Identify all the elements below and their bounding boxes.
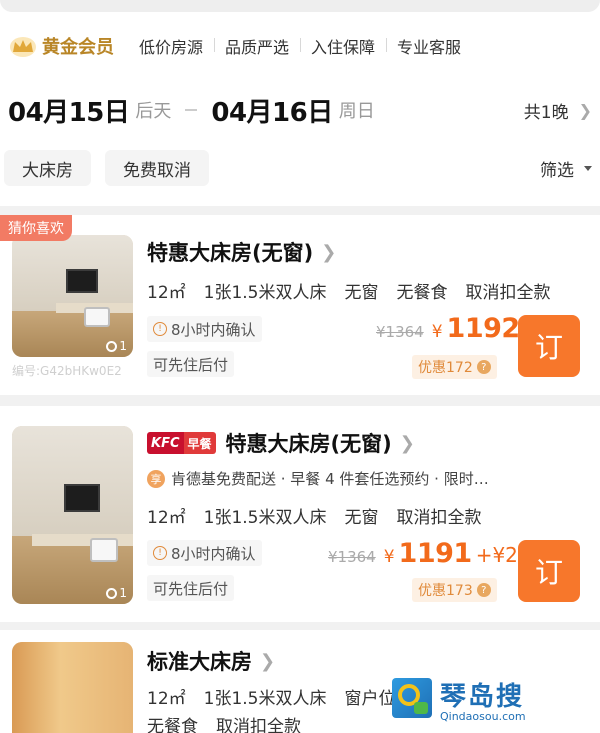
clock-icon: ! <box>153 322 167 336</box>
member-title: 黄金会员 <box>42 37 114 58</box>
original-price: ¥1364 <box>328 548 376 566</box>
photo-watermark: 编号:G42bHKw0E2 <box>12 364 122 378</box>
room-card[interactable]: 1 猜你喜欢 编号:G42bHKw0E2 特惠大床房(无窗) ❯ 12㎡ 1张1… <box>0 215 600 395</box>
checkout-weekday: 周日 <box>338 101 375 122</box>
confirm-badge: ! 8小时内确认 <box>147 540 262 566</box>
discount-badge[interactable]: 优惠173 ? <box>412 578 497 602</box>
clock-icon: ! <box>153 546 167 560</box>
pay-later-badge: 可先住后付 <box>147 575 235 601</box>
price-row: ¥1364 ¥ 1192 <box>376 313 520 344</box>
room-name[interactable]: KFC 早餐 特惠大床房(无窗) ❯ <box>147 428 415 458</box>
logo-icon <box>392 678 432 718</box>
logo-url: Qindaosou.com <box>440 710 526 723</box>
facility-bed: 1张1.5米双人床 <box>203 508 327 528</box>
facility-area: 12㎡ <box>147 508 186 528</box>
chevron-right-icon: ❯ <box>260 650 276 672</box>
tv-shape <box>66 269 98 293</box>
benefit-service: 专业客服 <box>386 34 472 58</box>
room-name[interactable]: 特惠大床房(无窗) ❯ <box>147 237 336 267</box>
benefit-low-price: 低价房源 <box>139 38 204 57</box>
room-photo[interactable]: 1 <box>12 426 133 604</box>
facility-window: 窗户位 <box>344 689 396 709</box>
facility-window: 无窗 <box>344 508 379 528</box>
benefit-quality: 品质严选 <box>214 34 300 58</box>
current-price: 1191 <box>398 538 473 569</box>
room-facilities: 12㎡ 1张1.5米双人床 窗户位 <box>147 684 396 709</box>
room-card[interactable]: 1 KFC 早餐 特惠大床房(无窗) ❯ 享 肯德基免费配送 · 早餐 4 件套… <box>0 406 600 622</box>
search-header: 黄金会员 低价房源 品质严选 入住保障 专业客服 04月15日 后天 04月16… <box>0 0 600 206</box>
camera-icon <box>106 587 118 599</box>
current-price: 1192 <box>446 313 521 344</box>
facility-meal: 无餐食 <box>147 717 198 733</box>
room-photo[interactable]: 1 <box>12 235 133 357</box>
book-button[interactable]: 订 <box>518 315 580 377</box>
facility-bed: 1张1.5米双人床 <box>203 689 327 709</box>
facility-window: 无窗 <box>344 283 379 303</box>
currency-symbol: ¥ <box>431 322 443 342</box>
site-logo: 琴岛搜 Qindaosou.com <box>392 674 540 728</box>
kfc-breakfast-badge: KFC 早餐 <box>147 432 216 454</box>
book-button[interactable]: 订 <box>518 540 580 602</box>
promo-icon: 享 <box>147 469 165 488</box>
tv-shape <box>64 484 100 512</box>
room-facilities-line2: 无餐食 取消扣全款 <box>147 712 301 733</box>
filter-button[interactable]: 筛选 <box>540 156 592 181</box>
photo-count: 1 <box>106 339 127 353</box>
facility-cancel: 取消扣全款 <box>396 508 482 528</box>
currency-symbol: ¥ <box>383 547 395 567</box>
date-separator <box>185 109 198 111</box>
filter-chip-free-cancel[interactable]: 免费取消 <box>105 150 209 186</box>
member-bar[interactable]: 黄金会员 低价房源 品质严选 入住保障 专业客服 <box>8 28 472 64</box>
discount-badge[interactable]: 优惠172 ? <box>412 355 497 379</box>
price-row: ¥1364 ¥ 1191 +¥26 <box>328 538 531 569</box>
benefit-guarantee: 入住保障 <box>300 34 386 58</box>
camera-icon <box>106 340 118 352</box>
checkout-date[interactable]: 04月16日 <box>211 92 333 129</box>
chevron-right-icon: ❯ <box>321 241 337 263</box>
facility-meal: 无餐食 <box>396 283 448 303</box>
pay-later-badge: 可先住后付 <box>147 351 235 377</box>
top-cap <box>0 0 600 12</box>
room-name[interactable]: 标准大床房 ❯ <box>147 646 275 676</box>
room-photo[interactable] <box>12 642 133 733</box>
original-price: ¥1364 <box>376 323 424 341</box>
nights-label: 共1晚 <box>523 102 569 123</box>
chevron-right-icon: ❯ <box>578 100 592 120</box>
filter-label: 筛选 <box>540 160 574 181</box>
logo-name: 琴岛搜 <box>440 682 525 712</box>
question-icon: ? <box>476 583 491 597</box>
nights-count[interactable]: 共1晚 ❯ <box>524 98 592 123</box>
facility-area: 12㎡ <box>147 283 186 303</box>
guess-you-like-tag: 猜你喜欢 <box>0 215 72 241</box>
confirm-badge: ! 8小时内确认 <box>147 316 262 342</box>
checkin-weekday: 后天 <box>135 101 172 122</box>
date-selector[interactable]: 04月15日 后天 04月16日 周日 共1晚 ❯ <box>8 90 592 130</box>
facility-cancel: 取消扣全款 <box>465 283 551 303</box>
crown-icon <box>8 33 38 59</box>
caret-down-icon <box>584 165 592 171</box>
filter-chip-big-bed[interactable]: 大床房 <box>4 150 91 186</box>
filter-bar: 大床房 免费取消 筛选 <box>4 150 592 186</box>
checkin-date[interactable]: 04月15日 <box>8 92 130 129</box>
facility-bed: 1张1.5米双人床 <box>203 283 327 303</box>
chevron-right-icon: ❯ <box>399 432 415 454</box>
facility-area: 12㎡ <box>147 689 186 709</box>
photo-count: 1 <box>106 586 127 600</box>
room-facilities: 12㎡ 1张1.5米双人床 无窗 无餐食 取消扣全款 <box>147 278 551 303</box>
question-icon: ? <box>476 360 491 374</box>
room-facilities: 12㎡ 1张1.5米双人床 无窗 取消扣全款 <box>147 503 482 528</box>
facility-cancel: 取消扣全款 <box>216 717 301 733</box>
promo-line[interactable]: 享 肯德基免费配送 · 早餐 4 件套任选预约 · 限时… <box>147 468 587 489</box>
